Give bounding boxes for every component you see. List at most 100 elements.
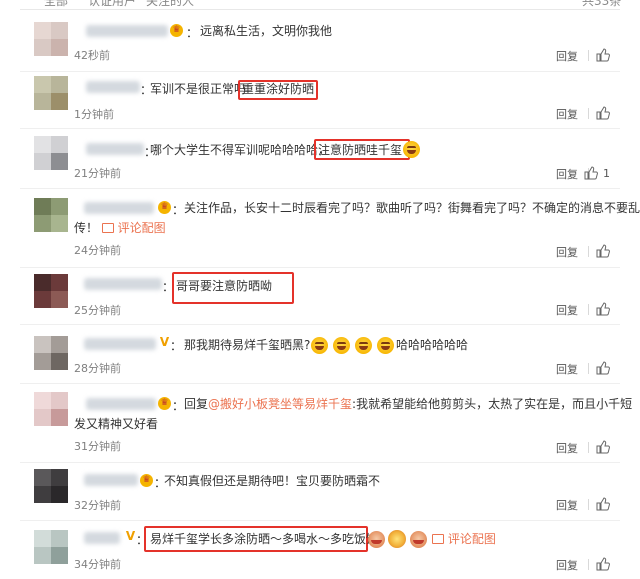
thumbs-up-icon[interactable] [596, 106, 610, 120]
comment-text-line2: 传！ 评论配图 [74, 221, 166, 235]
reply-button[interactable]: 回复 [556, 440, 578, 456]
comment-time: 21分钟前 [74, 167, 121, 180]
comment-time: 42秒前 [74, 49, 110, 62]
reply-button[interactable]: 回复 [556, 302, 578, 318]
comment-time: 32分钟前 [74, 499, 121, 512]
comment-image-link[interactable]: 评论配图 [118, 221, 166, 235]
laugh-emoji-icon [377, 337, 394, 354]
highlighted-text: 注意防晒哇千玺 [318, 143, 403, 157]
avatar[interactable] [34, 469, 68, 503]
laugh-emoji-icon [311, 337, 328, 354]
tab-all[interactable]: 全部 [44, 0, 68, 9]
comment-text: 关注作品，长安十二时辰看完了吗？歌曲听了吗？街舞看完了吗？不确定的消息不要乱 [184, 201, 640, 215]
username[interactable] [84, 202, 154, 214]
avatar[interactable] [34, 22, 68, 56]
avatar[interactable] [34, 76, 68, 110]
divider [20, 520, 620, 521]
laugh-emoji-icon [333, 337, 350, 354]
avatar[interactable] [34, 392, 68, 426]
divider [20, 128, 620, 129]
divider [588, 559, 589, 570]
colon-separator: ： [186, 26, 199, 40]
colon-separator: ： [172, 399, 185, 413]
tab-verified[interactable]: 认证用户 [88, 0, 136, 9]
divider [20, 462, 620, 463]
thumbs-up-icon[interactable] [596, 302, 610, 316]
divider [588, 363, 589, 374]
laugh-emoji-icon [355, 337, 372, 354]
image-icon [432, 534, 444, 544]
reply-button[interactable]: 回复 [556, 166, 578, 182]
username[interactable] [84, 338, 156, 350]
highlighted-text: 重重涂好防晒 [242, 82, 315, 96]
comment-time: 31分钟前 [74, 440, 121, 453]
divider [20, 188, 620, 189]
image-icon [101, 223, 114, 233]
colon-separator: ： [170, 339, 183, 353]
divider [20, 267, 620, 268]
username[interactable] [84, 278, 162, 290]
crown-badge-icon: ♛ [170, 24, 183, 37]
divider [588, 50, 589, 61]
username[interactable] [84, 532, 120, 544]
thumbs-up-icon[interactable] [596, 244, 610, 258]
reply-button[interactable]: 回复 [556, 361, 578, 377]
comment-text: 回复@搬好小板凳坐等易烊千玺:我就希望能给他剪剪头，太热了实在是，而且小千短 [184, 397, 633, 411]
divider [20, 71, 620, 72]
reply-button[interactable]: 回复 [556, 557, 578, 573]
thumbs-up-icon[interactable] [584, 166, 598, 180]
reply-button[interactable]: 回复 [556, 244, 578, 260]
divider [588, 246, 589, 257]
comment-time: 34分钟前 [74, 558, 121, 571]
crown-badge-icon: ♛ [140, 474, 153, 487]
comment-text-line2: 发又精神又好看 [74, 417, 159, 431]
thumbs-up-icon[interactable] [596, 361, 610, 375]
grin-emoji-icon [403, 141, 420, 158]
username[interactable] [84, 474, 138, 486]
comment-time: 24分钟前 [74, 244, 121, 257]
username[interactable] [86, 143, 144, 155]
comment-text: 不知真假但还是期待吧！宝贝要防晒霜不 [164, 474, 381, 488]
crown-badge-icon: ♛ [158, 201, 171, 214]
reply-button[interactable]: 回复 [556, 106, 578, 122]
thumbs-up-icon[interactable] [596, 497, 610, 511]
avatar[interactable] [34, 530, 68, 564]
divider [20, 324, 620, 325]
ornament-emoji-icon [388, 530, 406, 548]
avatar[interactable] [34, 198, 68, 232]
divider [588, 304, 589, 315]
tab-following[interactable]: 关注的人 [146, 0, 194, 9]
crown-badge-icon: ♛ [158, 397, 171, 410]
username[interactable] [86, 398, 156, 410]
comment-time: 28分钟前 [74, 362, 121, 375]
comment-text: 哪个大学生不得军训呢哈哈哈哈， [150, 143, 331, 157]
comment-text: 那我期待易烊千玺晒黑? [184, 338, 311, 352]
comment-image-link[interactable]: 评论配图 [448, 532, 496, 546]
colon-separator: ： [172, 203, 185, 217]
username[interactable] [86, 81, 140, 93]
comment-count: 共33条 [582, 0, 622, 8]
reply-button[interactable]: 回复 [556, 48, 578, 64]
divider [20, 9, 620, 10]
like-count: 1 [603, 167, 610, 180]
highlighted-text: 易烊千玺学长多涂防晒～多喝水～多吃饭饭 [150, 532, 379, 546]
thumbs-up-icon[interactable] [596, 440, 610, 454]
avatar[interactable] [34, 136, 68, 170]
thumbs-up-icon[interactable] [596, 48, 610, 62]
divider [588, 108, 589, 119]
comment-text: 军训不是很正常吗 [150, 82, 247, 96]
comment-time: 1分钟前 [74, 108, 114, 121]
mention-link[interactable]: @搬好小板凳坐等易烊千玺 [208, 397, 352, 411]
monkey-emoji-icon [410, 531, 427, 548]
divider [20, 383, 620, 384]
comment-filter-bar: 全部 认证用户 关注的人 共33条 [0, 0, 640, 10]
username[interactable] [86, 25, 168, 37]
comment-text: 远离私生活，文明你我他 [200, 24, 333, 38]
avatar[interactable] [34, 274, 68, 308]
divider [588, 499, 589, 510]
avatar[interactable] [34, 336, 68, 370]
reply-button[interactable]: 回复 [556, 497, 578, 513]
comment-text-suffix: 哈哈哈哈哈哈 [396, 338, 469, 352]
highlighted-text: 哥哥要注意防晒呦 [176, 279, 273, 293]
thumbs-up-icon[interactable] [596, 557, 610, 571]
